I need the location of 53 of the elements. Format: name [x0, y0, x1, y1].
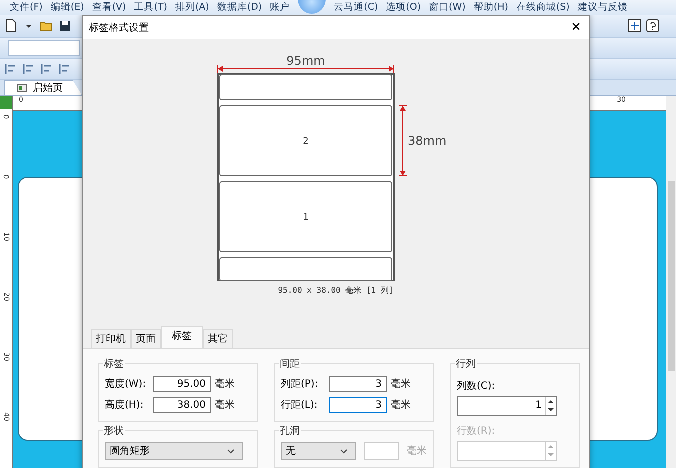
menu-item[interactable]: 窗口(W)	[429, 1, 466, 14]
number-field[interactable]: 3	[329, 376, 387, 392]
field-label: 高度(H):	[105, 398, 145, 412]
menu-item[interactable]: 排列(A)	[175, 1, 210, 14]
settings-tab[interactable]: 打印机	[91, 329, 131, 348]
unit-label: 毫米	[407, 444, 427, 458]
menu-item[interactable]: 工具(T)	[134, 1, 168, 14]
menu-item[interactable]: 数据库(D)	[217, 1, 262, 14]
menu-item[interactable]: 云马通(C)	[334, 1, 378, 14]
menu-item[interactable]: 建议与反馈	[578, 1, 628, 14]
help-icon[interactable]	[646, 19, 660, 33]
menu-item[interactable]: 编辑(E)	[50, 1, 84, 14]
page-icon	[17, 84, 27, 92]
group-title: 行列	[455, 357, 477, 371]
close-button[interactable]: ×	[570, 20, 583, 36]
unit-label: 毫米	[391, 398, 411, 412]
field-label: 列数(C):	[457, 380, 496, 393]
shape-dropdown[interactable]: 圆角矩形	[105, 442, 243, 460]
field-label: 行距(L):	[281, 399, 319, 412]
group-title: 孔洞	[279, 424, 301, 438]
menu-item[interactable]: 在线商城(S)	[516, 1, 570, 14]
toolbar-field[interactable]	[8, 40, 80, 56]
align-left-icon[interactable]	[4, 62, 18, 76]
dialog-title: 标签格式设置	[89, 22, 149, 34]
number-field[interactable]: 38.00	[153, 397, 211, 413]
start-page-tab[interactable]: 启始页	[4, 80, 82, 95]
number-field[interactable]: 3	[329, 397, 387, 413]
menu-item[interactable]: 查看(V)	[92, 1, 126, 14]
unit-label: 毫米	[215, 378, 235, 391]
unit-label: 毫米	[391, 378, 411, 391]
menu-item[interactable]: 帮助(H)	[474, 1, 508, 14]
menu-item[interactable]: 文件(F)	[10, 1, 43, 14]
settings-tab[interactable]: 其它	[203, 329, 233, 348]
group-title: 间距	[279, 357, 301, 371]
number-field[interactable]: 95.00	[153, 376, 211, 392]
spin-field[interactable]: 1	[457, 396, 557, 416]
settings-tab[interactable]: 标签	[161, 326, 203, 348]
field-label: 列距(P):	[281, 378, 320, 391]
menu-item[interactable]: 账户	[270, 1, 290, 14]
scrollbar[interactable]	[666, 96, 676, 468]
save-icon[interactable]	[58, 19, 72, 33]
group-title: 标签	[103, 357, 125, 371]
group-title: 形状	[103, 424, 125, 438]
field-label: 宽度(W):	[105, 378, 147, 391]
menu-item[interactable]: 选项(O)	[386, 1, 422, 14]
hole-dropdown[interactable]: 无	[281, 442, 356, 460]
fit-screen-icon[interactable]	[628, 19, 642, 33]
field-label: 行数(R):	[457, 425, 496, 438]
size-caption: 95.00 x 38.00 毫米 [1 列]	[278, 285, 394, 296]
settings-tab[interactable]: 页面	[131, 329, 161, 348]
hole-size-field[interactable]	[364, 442, 399, 460]
new-file-icon[interactable]	[4, 19, 18, 33]
unit-label: 毫米	[215, 398, 235, 412]
